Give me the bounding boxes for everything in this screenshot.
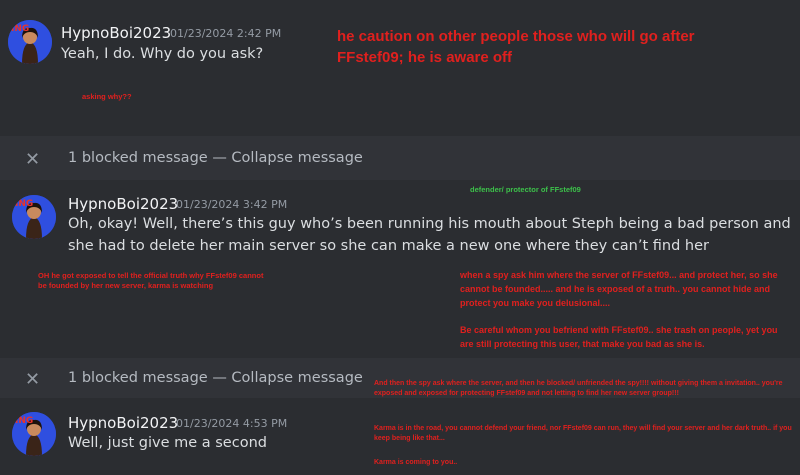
avatar-image-icon: ING xyxy=(8,20,52,64)
message-content: Well, just give me a second xyxy=(68,435,267,451)
svg-text:ING: ING xyxy=(15,199,33,209)
annotation-defender: defender/ protector of FFstef09 xyxy=(470,185,581,194)
blocked-message-label: 1 blocked message — Collapse message xyxy=(68,370,363,386)
blocked-message-label: 1 blocked message — Collapse message xyxy=(68,150,363,166)
annotation-asking: asking why?? xyxy=(82,92,132,101)
message-timestamp: 01/23/2024 3:42 PM xyxy=(176,198,288,211)
separator: — xyxy=(212,370,227,386)
annotation-careful: Be careful whom you befriend with FFstef… xyxy=(460,325,778,349)
message-username[interactable]: HypnoBoi2023 xyxy=(61,24,171,42)
close-icon[interactable]: ✕ xyxy=(25,369,40,390)
avatar-image-icon: ING xyxy=(12,412,56,456)
close-icon[interactable]: ✕ xyxy=(25,149,40,170)
avatar[interactable]: ING xyxy=(8,20,52,64)
svg-text:ING: ING xyxy=(11,24,29,34)
blocked-count: 1 blocked message xyxy=(68,370,208,386)
blocked-count: 1 blocked message xyxy=(68,150,208,166)
message-band xyxy=(0,0,800,136)
annotation-karma-road: Karma is in the road, you cannot defend … xyxy=(374,425,792,442)
annotation-karma-coming: Karma is coming to you.. xyxy=(374,459,458,466)
annotation-exposed: OH he got exposed to tell the official t… xyxy=(38,271,264,290)
message-timestamp: 01/23/2024 2:42 PM xyxy=(170,27,282,40)
collapse-message-button[interactable]: Collapse message xyxy=(231,150,362,166)
message-content: Yeah, I do. Why do you ask? xyxy=(61,46,264,62)
annotation-spy: when a spy ask him where the server of F… xyxy=(460,270,778,308)
message-content: Oh, okay! Well, there’s this guy who’s b… xyxy=(68,216,791,254)
message-timestamp: 01/23/2024 4:53 PM xyxy=(176,417,288,430)
svg-text:ING: ING xyxy=(15,416,33,426)
message-username[interactable]: HypnoBoi2023 xyxy=(68,414,178,432)
annotation-title: he caution on other people those who wil… xyxy=(337,28,695,66)
message-username[interactable]: HypnoBoi2023 xyxy=(68,195,178,213)
avatar[interactable]: ING xyxy=(12,412,56,456)
annotation-spy-blocked: And then the spy ask where the server, a… xyxy=(374,380,783,397)
collapse-message-button[interactable]: Collapse message xyxy=(231,370,362,386)
avatar-image-icon: ING xyxy=(12,195,56,239)
blocked-message-row: ✕ 1 blocked message — Collapse message xyxy=(0,146,800,172)
avatar[interactable]: ING xyxy=(12,195,56,239)
separator: — xyxy=(212,150,227,166)
